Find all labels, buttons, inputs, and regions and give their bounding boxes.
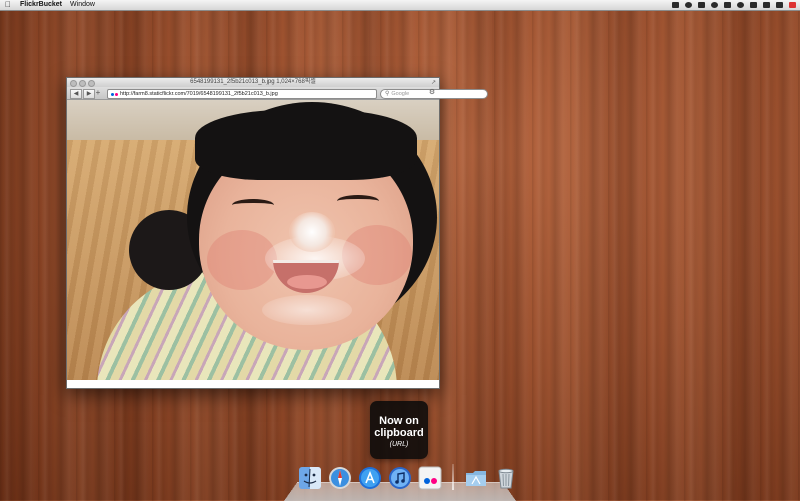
window-titlebar[interactable]: 6548199131_2f5b21c013_b.jpg 1,024×768픽셀 … [67, 78, 439, 87]
menu-bar:  FlickrBucket Window [0, 0, 800, 11]
browser-toolbar: ◀ ▶ + http://farm8.staticflickr.com/7019… [67, 87, 488, 100]
finder-icon [299, 467, 321, 489]
itunes-icon [389, 467, 411, 489]
gear-icon[interactable]: ⚙ [428, 89, 436, 97]
close-window-button[interactable] [70, 80, 77, 87]
dock-applications-stack[interactable] [464, 466, 488, 490]
flickr-favicon-icon [111, 92, 118, 96]
notification-line-3: (URL) [389, 441, 409, 448]
browser-window: 6548199131_2f5b21c013_b.jpg 1,024×768픽셀 … [66, 77, 488, 389]
folder-icon [466, 471, 486, 486]
minimize-window-button[interactable] [79, 80, 86, 87]
add-bookmark-button[interactable]: + [94, 89, 102, 97]
dock-trash[interactable] [494, 466, 518, 490]
eye-icon[interactable] [685, 2, 692, 8]
volume-icon[interactable] [763, 2, 770, 8]
flickr-icon [418, 466, 442, 490]
dock-flickrbucket[interactable] [418, 466, 442, 490]
zoom-window-button[interactable] [88, 80, 95, 87]
clipboard-notification: Now on clipboard (URL) [370, 401, 428, 459]
address-bar[interactable]: http://farm8.staticflickr.com/7019/65481… [107, 89, 377, 99]
input-flag-icon[interactable] [789, 2, 796, 8]
app-store-icon [359, 467, 381, 489]
notification-line-2: clipboard [374, 427, 424, 439]
window-title: 6548199131_2f5b21c013_b.jpg 1,024×768픽셀 [190, 79, 316, 85]
app-menu-flickrbucket[interactable]: FlickrBucket [20, 0, 62, 10]
address-text: http://farm8.staticflickr.com/7019/65481… [120, 91, 278, 97]
trash-icon [498, 468, 514, 489]
dock-safari[interactable] [328, 466, 352, 490]
search-icon: ⚲ [385, 91, 390, 97]
wifi-icon[interactable] [737, 2, 744, 8]
dock-app-store[interactable] [358, 466, 382, 490]
headphones-icon[interactable] [711, 2, 718, 8]
battery-icon[interactable] [776, 2, 783, 8]
photo-content [67, 100, 439, 380]
apple-menu-icon[interactable]:  [4, 0, 12, 10]
search-placeholder: Google [391, 91, 410, 97]
dock [298, 464, 518, 490]
flickrbucket-status-icon[interactable] [672, 2, 679, 8]
dock-itunes[interactable] [388, 466, 412, 490]
safari-icon [329, 467, 351, 489]
dock-separator [452, 464, 454, 490]
notification-line-1: Now on [379, 415, 419, 427]
dock-finder[interactable] [298, 466, 322, 490]
bluetooth-icon[interactable] [750, 2, 757, 8]
glasses-icon[interactable] [724, 2, 731, 8]
tag-icon[interactable] [698, 2, 705, 8]
back-button[interactable]: ◀ [70, 89, 82, 99]
menu-window[interactable]: Window [70, 0, 95, 10]
